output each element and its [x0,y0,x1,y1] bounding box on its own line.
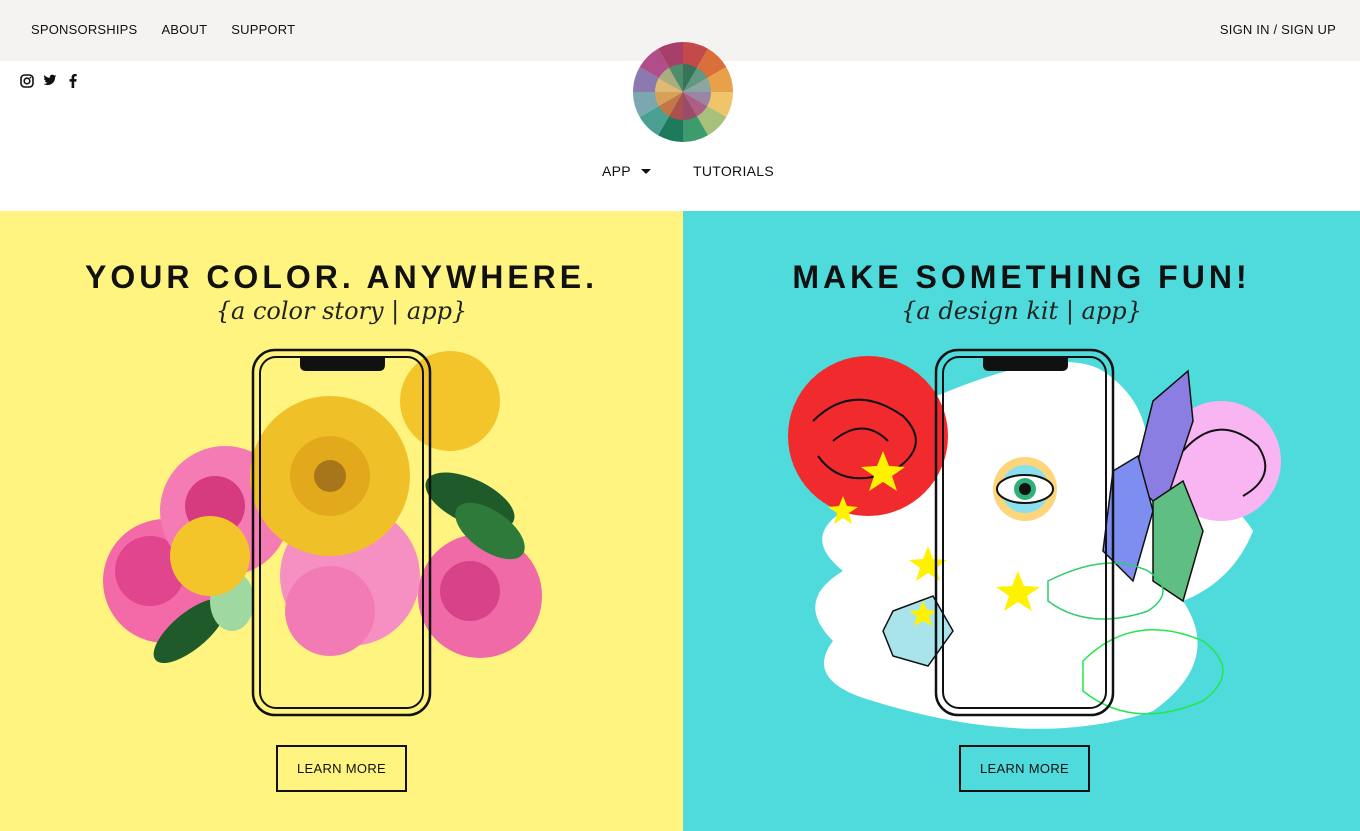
top-nav: SPONSORSHIPS ABOUT SUPPORT [31,22,295,37]
social-links [20,73,80,88]
panel-subtitle: {a design kit | app} [901,297,1142,325]
chevron-down-icon [640,168,651,174]
nav-tutorials[interactable]: TUTORIALS [693,163,774,179]
design-kit-panel: MAKE SOMETHING FUN! {a design kit | app} [683,211,1360,831]
design-kit-illustration [788,348,1281,729]
learn-more-button[interactable]: LEARN MORE [959,745,1090,792]
color-story-panel: YOUR COLOR. ANYWHERE. {a color story | a… [0,211,683,831]
facebook-icon[interactable] [66,73,80,88]
instagram-icon[interactable] [20,73,34,88]
color-wheel-logo[interactable] [633,42,733,142]
sign-in-link[interactable]: SIGN IN / SIGN UP [1220,22,1336,37]
nav-about[interactable]: ABOUT [161,22,207,37]
panel-title: YOUR COLOR. ANYWHERE. [84,259,599,295]
nav-sponsorships[interactable]: SPONSORSHIPS [31,22,137,37]
learn-more-button[interactable]: LEARN MORE [276,745,407,792]
flower-phone-illustration [103,348,542,717]
twitter-icon[interactable] [43,73,57,88]
nav-support[interactable]: SUPPORT [231,22,295,37]
app-dropdown[interactable]: APP [602,163,651,179]
main-nav: APP TUTORIALS [0,163,1360,183]
app-dropdown-label: APP [602,163,631,179]
panel-subtitle: {a color story | app} [215,297,468,325]
panel-title: MAKE SOMETHING FUN! [792,259,1251,295]
